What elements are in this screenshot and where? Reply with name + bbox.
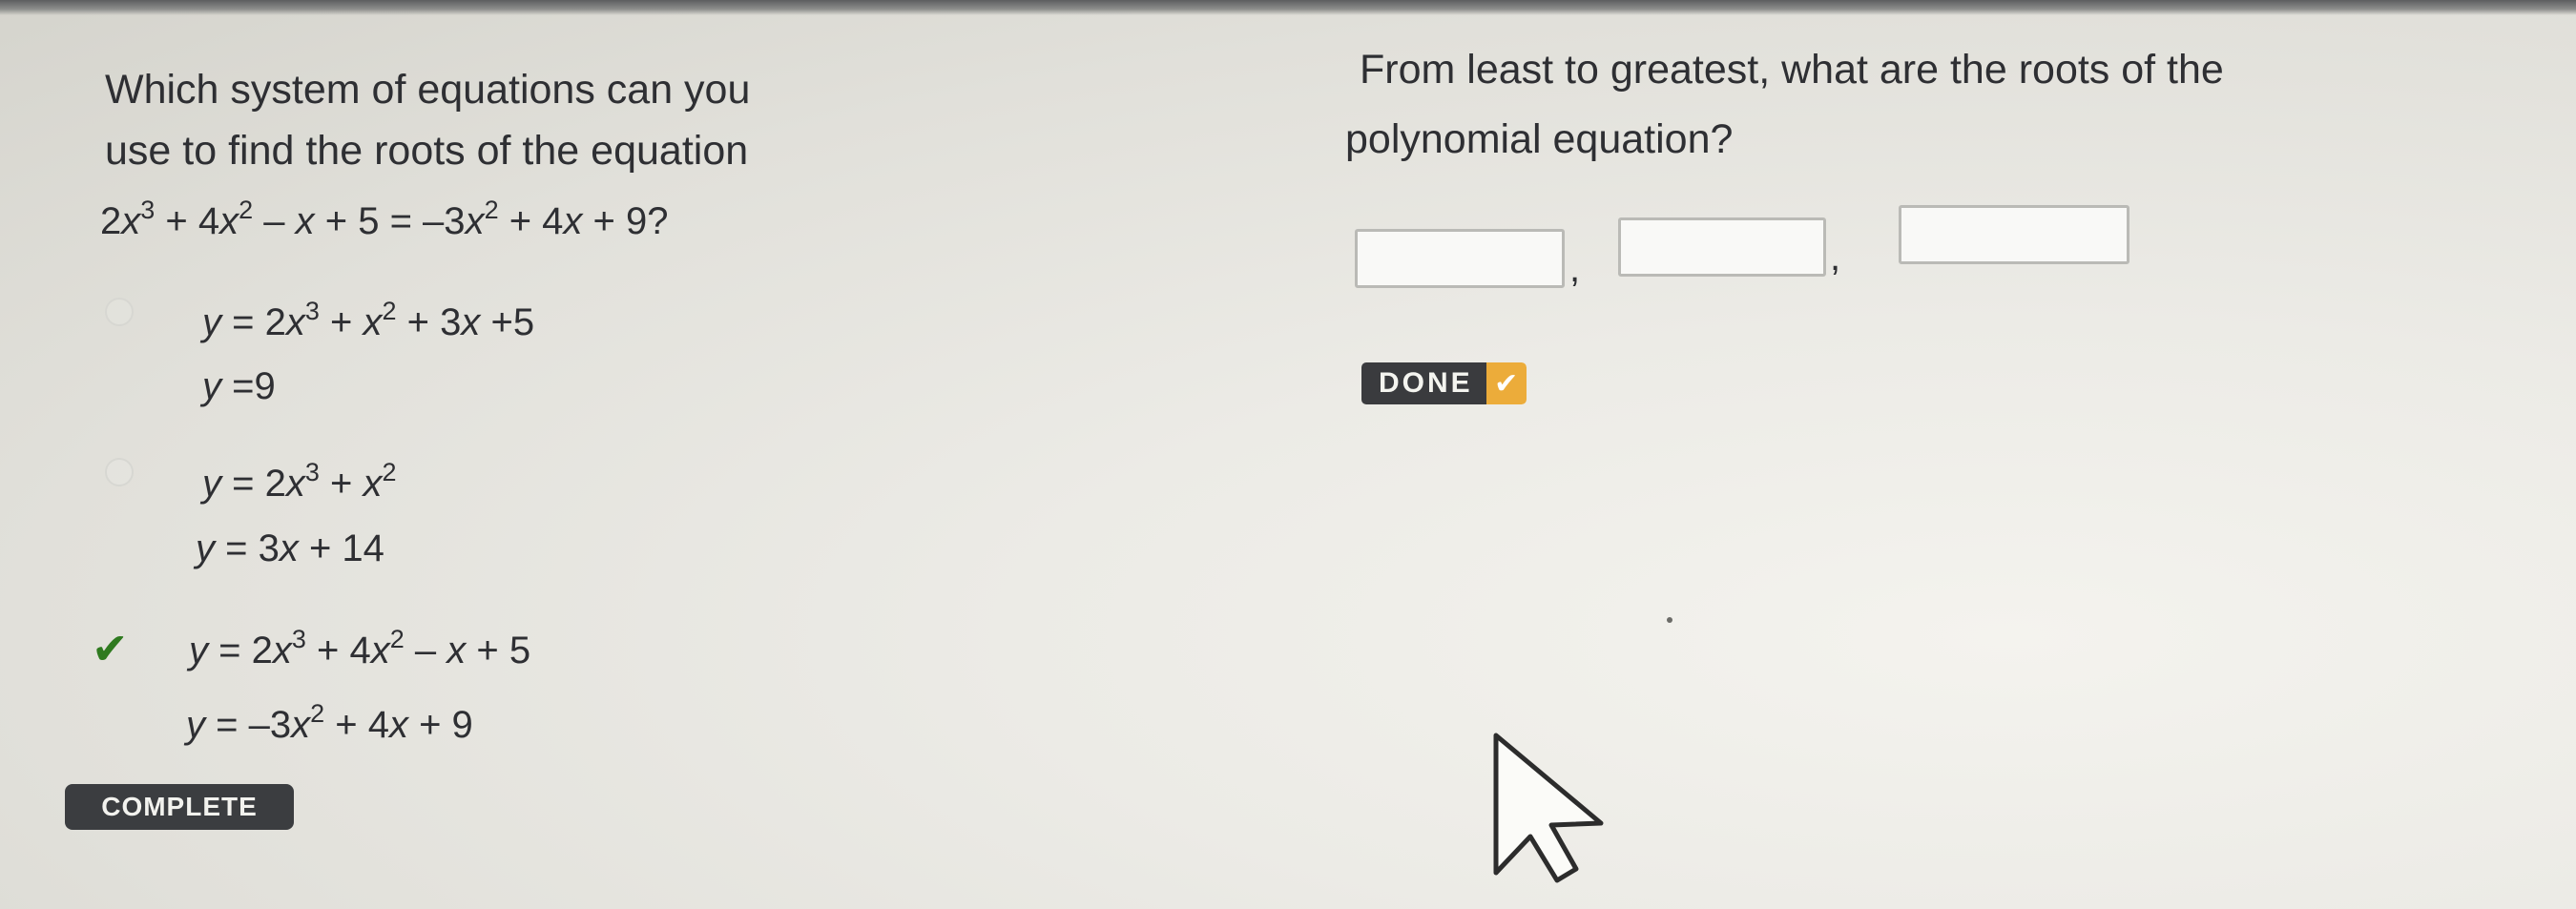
screen-speck (1667, 617, 1672, 623)
separator-1: , (1569, 248, 1581, 290)
root-3-input[interactable] (1899, 205, 2129, 264)
question-2-prompt-line-1: From least to greatest, what are the roo… (1360, 47, 2224, 93)
complete-badge: COMPLETE (65, 784, 294, 830)
option-c-equation-1: y = 2x3 + 4x2 – x + 5 (189, 625, 531, 671)
option-c-equation-2: y = –3x2 + 4x + 9 (186, 699, 473, 746)
separator-2: , (1830, 237, 1841, 279)
done-button[interactable]: DONE ✔ (1361, 362, 1527, 404)
option-b-equation-1: y = 2x3 + x2 (202, 458, 397, 505)
option-b-radio[interactable] (105, 458, 134, 486)
root-1-input[interactable] (1355, 229, 1565, 288)
question-1-prompt-line-2: use to find the roots of the equation (105, 128, 749, 174)
option-a-equation-2: y =9 (202, 365, 276, 407)
question-1-prompt-line-1: Which system of equations can you (105, 67, 751, 113)
option-a-equation-1: y = 2x3 + x2 + 3x +5 (202, 297, 535, 343)
check-icon: ✔ (1485, 362, 1527, 404)
mouse-pointer-icon (1493, 733, 1604, 883)
option-b-equation-2: y = 3x + 14 (196, 527, 384, 569)
question-1-equation: 2x3 + 4x2 – x + 5 = –3x2 + 4x + 9? (100, 196, 669, 242)
question-2-prompt-line-2: polynomial equation? (1345, 116, 1734, 162)
checkmark-icon: ✔ (92, 623, 129, 674)
top-bar (0, 0, 2576, 15)
done-label: DONE (1361, 362, 1486, 404)
option-a-radio[interactable] (105, 298, 134, 326)
root-2-input[interactable] (1618, 217, 1826, 277)
